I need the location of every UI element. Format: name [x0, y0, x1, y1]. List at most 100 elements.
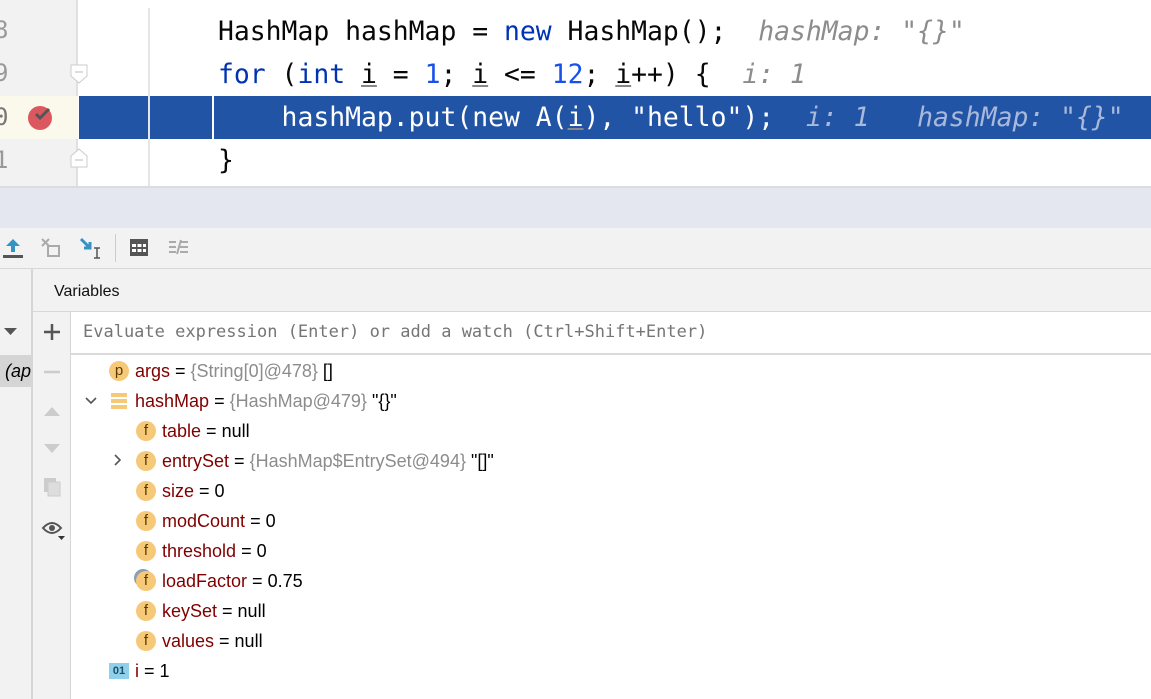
equals-sign: =: [209, 391, 230, 411]
selected-frame[interactable]: ap): [0, 355, 31, 387]
variable-name: threshold: [162, 541, 237, 561]
breakpoint-icon[interactable]: [27, 103, 55, 131]
evaluate-expression-input[interactable]: [71, 312, 1151, 355]
variable-value: "[]": [465, 451, 494, 471]
fold-end-icon[interactable]: [70, 148, 88, 168]
drop-frame-icon[interactable]: [40, 236, 64, 260]
variable-value: []: [317, 361, 333, 381]
indent-guide: [148, 8, 150, 186]
variable-text: hashMap = {HashMap@479} "{}": [135, 386, 397, 416]
variable-name: keySet: [162, 601, 218, 621]
variable-name: hashMap: [135, 391, 210, 411]
variable-text: args = {String[0]@478} []: [135, 356, 333, 386]
field-icon: f: [136, 541, 156, 561]
line-number: 1: [0, 146, 9, 174]
variable-value: 0: [265, 511, 276, 531]
object-icon: [109, 391, 129, 411]
variables-side-toolbar: [33, 312, 71, 699]
move-down-icon[interactable]: [42, 442, 62, 456]
field-icon: f: [136, 481, 156, 501]
equals-sign: =: [236, 541, 257, 561]
variable-value: 0: [214, 481, 225, 501]
variable-value: null: [237, 601, 266, 621]
field-icon: f: [136, 511, 156, 531]
equals-sign: =: [194, 481, 215, 501]
final-field-icon: f: [136, 571, 156, 591]
debug-tool-window-header: [0, 188, 1151, 228]
line-number: 9: [0, 59, 9, 87]
variable-type: {HashMap@479}: [229, 391, 367, 411]
line-number: 8: [0, 16, 9, 44]
run-to-cursor-icon[interactable]: [79, 236, 103, 260]
variable-text: threshold = 0: [162, 536, 267, 566]
variable-value: null: [221, 421, 250, 441]
parameter-icon: p: [109, 361, 129, 381]
variable-name: size: [162, 481, 195, 501]
inline-debug-value: i: 1 hashMap: "{}": [805, 102, 1124, 133]
variable-text: modCount = 0: [162, 506, 276, 536]
code-token: i: [567, 102, 584, 133]
variable-value: null: [234, 631, 263, 651]
code-token: HashMap();: [551, 16, 759, 47]
expand-arrow-icon[interactable]: [111, 446, 125, 487]
trace-icon[interactable]: [167, 236, 191, 260]
code-token: <=: [488, 59, 552, 90]
variable-text: entrySet = {HashMap$EntrySet@494} "[]": [162, 446, 494, 476]
code-token: i: [361, 59, 377, 90]
field-icon: f: [136, 451, 156, 471]
variable-text: keySet = null: [162, 596, 266, 626]
indent-guide: [212, 96, 214, 139]
evaluate-expression-icon[interactable]: [128, 236, 152, 260]
move-up-icon[interactable]: [42, 404, 62, 418]
variable-name: loadFactor: [162, 571, 248, 591]
variable-text: values = null: [162, 626, 263, 656]
code-token: HashMap hashMap =: [218, 16, 504, 47]
code-token: new: [504, 16, 552, 47]
code-line-current[interactable]: hashMap.put(new A(i), "hello"); i: 1 has…: [218, 96, 1124, 139]
code-token: i: [615, 59, 632, 90]
code-line[interactable]: for (int i = 1; i <= 12; i++) { i: 1: [218, 53, 806, 96]
code-editor[interactable]: 8 9 0 1 HashMap hashMap = new HashMap();…: [0, 0, 1151, 188]
thread-dropdown-icon[interactable]: [3, 327, 19, 337]
variable-name: args: [135, 361, 171, 381]
variable-text: table = null: [162, 416, 250, 446]
equals-sign: =: [201, 421, 222, 441]
code-line[interactable]: }: [218, 139, 234, 182]
equals-sign: =: [214, 631, 235, 651]
debugger-toolbar: [0, 228, 1151, 269]
code-token: A(: [519, 102, 568, 133]
add-watch-icon[interactable]: [42, 322, 62, 342]
code-token: new: [472, 102, 520, 133]
show-watches-icon[interactable]: [41, 519, 67, 543]
field-icon: f: [136, 631, 156, 651]
equals-sign: =: [170, 361, 191, 381]
variable-text: i = 1: [135, 656, 170, 686]
collapse-arrow-icon[interactable]: [84, 386, 98, 427]
variable-value: 1: [159, 661, 170, 681]
variable-type: {HashMap$EntrySet@494}: [249, 451, 466, 471]
code-token: ;: [440, 59, 473, 90]
editor-gutter[interactable]: 8 9 0 1: [0, 0, 88, 186]
duplicate-watch-icon[interactable]: [42, 476, 62, 498]
fold-start-icon[interactable]: [70, 64, 88, 84]
variable-name: table: [162, 421, 202, 441]
code-token: hashMap.put(: [218, 102, 473, 133]
code-token: }: [218, 145, 234, 176]
variable-value: "{}": [366, 391, 397, 411]
variable-text: size = 0: [162, 476, 225, 506]
code-token: );: [742, 102, 806, 133]
code-token: for: [218, 59, 266, 90]
primitive-icon: 01: [109, 663, 129, 679]
code-token: =: [376, 59, 425, 90]
remove-watch-icon[interactable]: [42, 362, 62, 382]
code-line[interactable]: HashMap hashMap = new HashMap(); hashMap…: [218, 10, 965, 53]
frames-panel: ap): [0, 269, 33, 699]
variables-tab[interactable]: Variables: [33, 269, 1151, 312]
line-number: 0: [0, 103, 9, 131]
field-icon: f: [136, 421, 156, 441]
variable-text: loadFactor = 0.75: [162, 566, 303, 596]
step-out-icon[interactable]: [1, 236, 25, 260]
code-token: (: [265, 59, 298, 90]
variable-type: {String[0]@478}: [190, 361, 318, 381]
